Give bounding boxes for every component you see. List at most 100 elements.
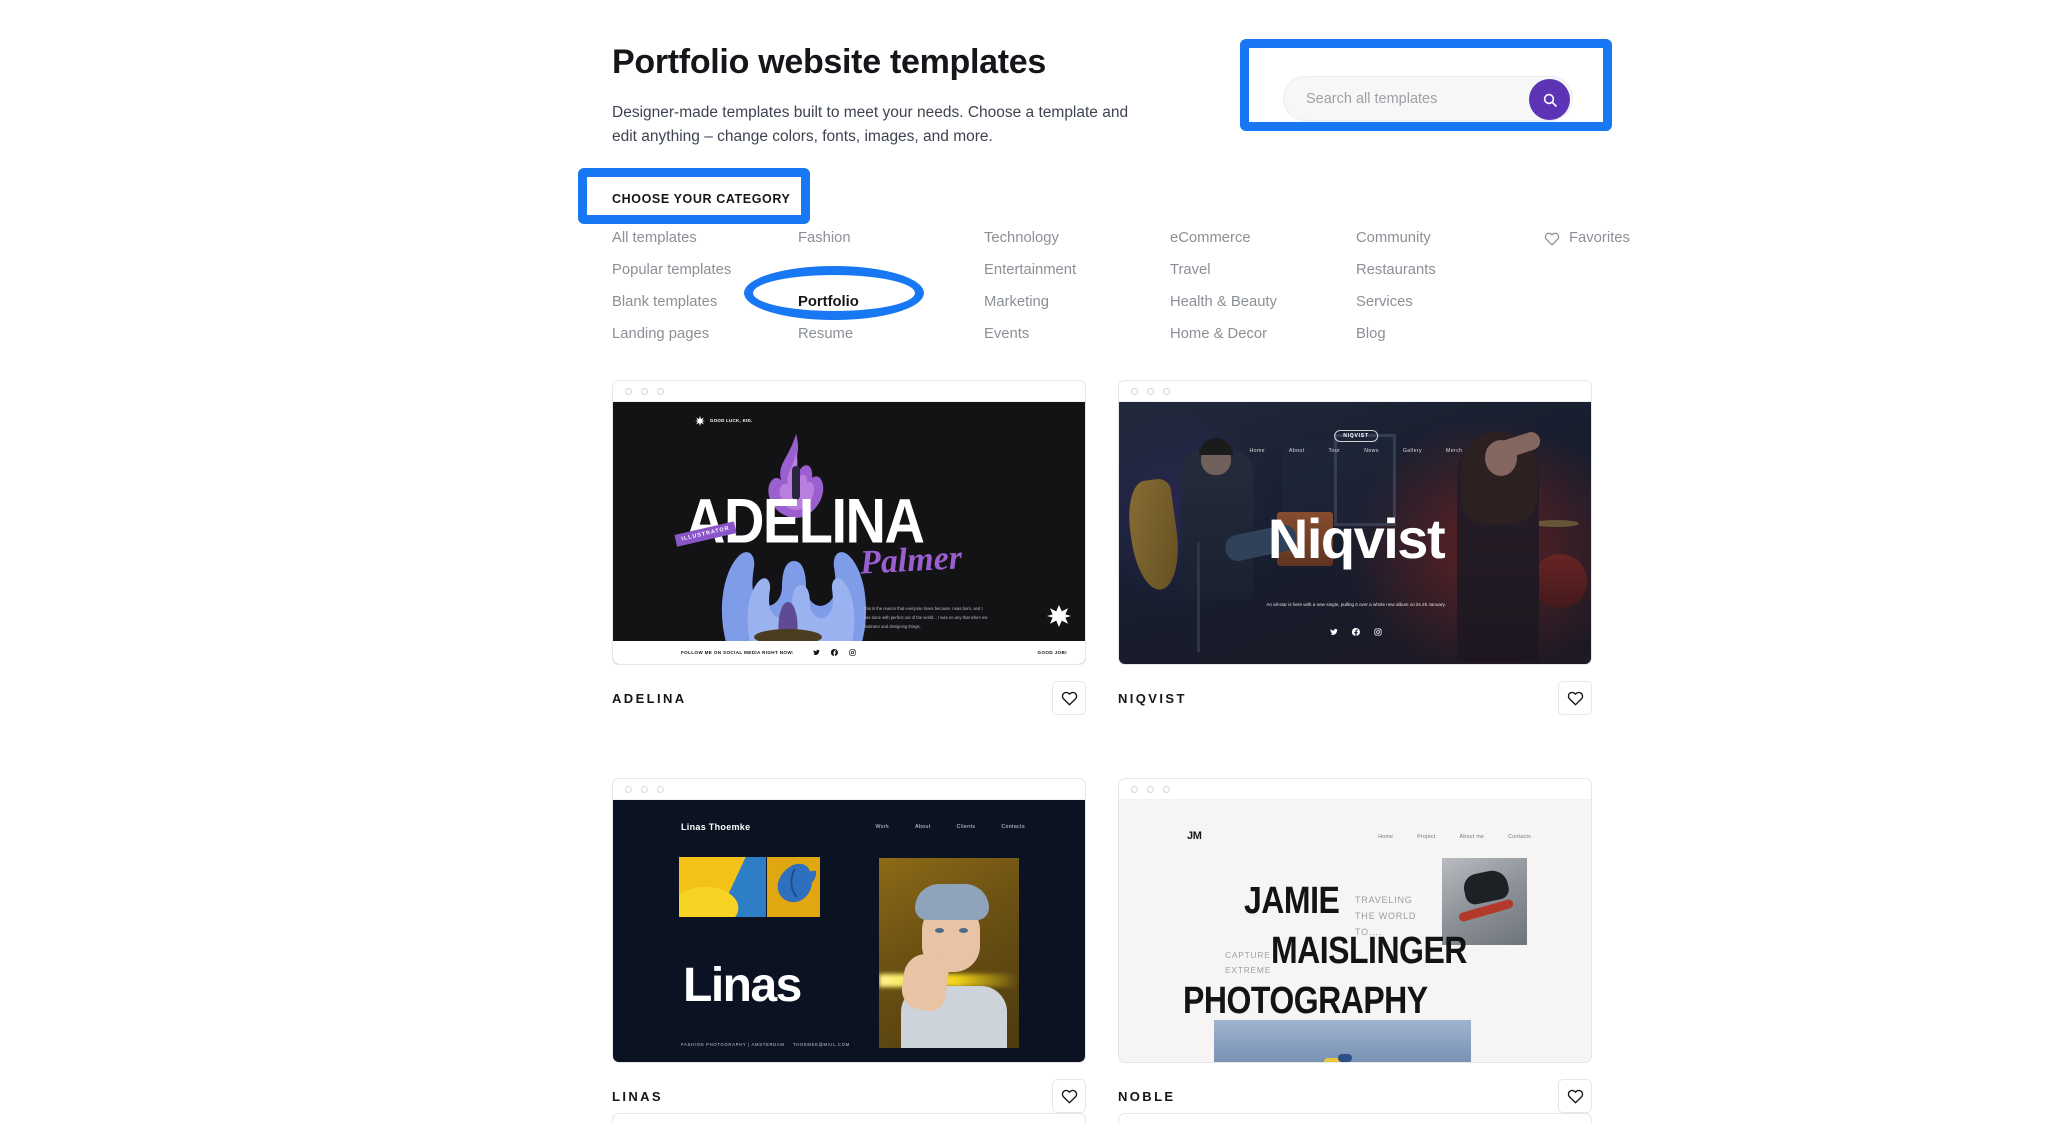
search-field[interactable] [1283, 76, 1573, 121]
category-item-blog[interactable]: Blog [1356, 318, 1542, 350]
twitter-icon [1330, 628, 1338, 635]
adelina-logo: GOOD LUCK, KID. [695, 416, 753, 426]
template-name-adelina: ADELINA [612, 690, 687, 706]
niqvist-nav-item: News [1364, 448, 1379, 454]
favorites-label: Favorites [1569, 230, 1630, 246]
adelina-footer-right: GOOD JOB! [1037, 650, 1067, 655]
category-item-portfolio[interactable]: Portfolio [798, 286, 984, 318]
linas-flower-petals [679, 857, 766, 917]
noble-surfer [1338, 1054, 1352, 1062]
page-subtitle: Designer-made templates built to meet yo… [612, 103, 1129, 145]
adelina-footer-text: FOLLOW ME ON SOCIAL MEDIA RIGHT NOW: [681, 650, 794, 655]
star-burst-icon [695, 416, 705, 426]
chrome-dot-icon [1131, 785, 1138, 793]
favorite-button-niqvist[interactable] [1558, 681, 1592, 715]
template-screenshot-noble: JM Home Project About me Contacts TRAVEL… [1119, 800, 1591, 1062]
category-item-events[interactable]: Events [984, 318, 1170, 350]
category-item-ecommerce[interactable]: eCommerce [1170, 222, 1356, 254]
template-name-niqvist: NIQVIST [1118, 690, 1187, 706]
chrome-dot-icon [641, 785, 648, 793]
chrome-dot-icon [657, 387, 664, 395]
category-column-1: All templates Popular templates Blank te… [612, 222, 798, 350]
category-item-health-beauty[interactable]: Health & Beauty [1170, 286, 1356, 318]
category-column-favorites: Favorites [1542, 222, 1630, 350]
niqvist-nav-item: About [1288, 448, 1305, 454]
template-preview-adelina[interactable]: GOOD LUCK, KID. ILLUSTRATOR ADELINA Palm… [612, 380, 1086, 665]
facebook-icon [1352, 628, 1360, 636]
favorite-button-linas[interactable] [1052, 1079, 1086, 1113]
category-item-services[interactable]: Services [1356, 286, 1542, 318]
niqvist-title: Niqvist [1267, 507, 1446, 570]
linas-nav-item: Contacts [1001, 824, 1025, 830]
search-container [1283, 76, 1573, 121]
chrome-dot-icon [657, 785, 664, 793]
niqvist-subtitle: An all-star is here with a new single, p… [1266, 602, 1446, 607]
category-item-travel[interactable]: Travel [1170, 254, 1356, 286]
linas-title: Linas [683, 959, 802, 1012]
category-item-technology[interactable]: Technology [984, 222, 1170, 254]
heart-icon [1567, 1089, 1583, 1104]
template-screenshot-linas: Linas Thoemke Work About Clients Contact… [613, 800, 1085, 1062]
chrome-dot-icon [625, 785, 632, 793]
category-item-community[interactable]: Community [1356, 222, 1542, 254]
template-meta-linas: LINAS [612, 1079, 1086, 1113]
category-item-restaurants[interactable]: Restaurants [1356, 254, 1542, 286]
template-card-noble: JM Home Project About me Contacts TRAVEL… [1118, 778, 1592, 1113]
adelina-paragraph: This is the reason that everyone loves b… [863, 606, 988, 629]
heart-icon [1567, 691, 1583, 706]
template-screenshot-adelina: GOOD LUCK, KID. ILLUSTRATOR ADELINA Palm… [613, 402, 1085, 664]
noble-nav: Home Project About me Contacts [1378, 834, 1531, 840]
linas-portrait-beret [915, 884, 989, 920]
niqvist-nav: Home About Tour News Gallery Merch [1250, 448, 1463, 454]
sparkle-burst-icon [1047, 605, 1071, 627]
category-item-popular-templates[interactable]: Popular templates [612, 254, 798, 286]
template-preview-niqvist[interactable]: NIQVIST Home About Tour News Gallery Mer… [1118, 380, 1592, 665]
noble-headline-2: MAISLINGER [1271, 928, 1467, 972]
browser-chrome-bar [613, 779, 1085, 800]
search-icon [1543, 93, 1557, 107]
favorite-button-noble[interactable] [1558, 1079, 1592, 1113]
category-item-landing-pages[interactable]: Landing pages [612, 318, 798, 350]
category-item-fashion[interactable]: Fashion [798, 222, 984, 254]
category-item-entertainment[interactable]: Entertainment [984, 254, 1170, 286]
template-meta-noble: NOBLE [1118, 1079, 1592, 1113]
template-meta-adelina: ADELINA [612, 681, 1086, 715]
favorite-button-adelina[interactable] [1052, 681, 1086, 715]
category-column-3: Technology Entertainment Marketing Event… [984, 222, 1170, 350]
chrome-dot-icon [625, 387, 632, 395]
template-card-linas: Linas Thoemke Work About Clients Contact… [612, 778, 1086, 1113]
heart-icon [1544, 232, 1560, 246]
category-item-all-templates[interactable]: All templates [612, 222, 798, 254]
adelina-social-icons [813, 649, 856, 656]
linas-nav-item: Work [875, 824, 890, 830]
linas-nav: Work About Clients Contacts [875, 824, 1025, 830]
linas-nav-item: Clients [956, 824, 976, 830]
template-preview-linas[interactable]: Linas Thoemke Work About Clients Contact… [612, 778, 1086, 1063]
browser-chrome-bar [1119, 381, 1591, 402]
template-screenshot-niqvist: NIQVIST Home About Tour News Gallery Mer… [1119, 402, 1591, 664]
linas-nav-item: About [915, 824, 931, 830]
chrome-dot-icon [1163, 387, 1170, 395]
chrome-dot-icon [1163, 785, 1170, 793]
noble-logo: JM [1187, 830, 1202, 842]
noble-headline-3: PHOTOGRAPHY [1183, 978, 1428, 1022]
template-name-linas: LINAS [612, 1088, 663, 1104]
category-column-4: eCommerce Travel Health & Beauty Home & … [1170, 222, 1356, 350]
category-item-blank-templates[interactable]: Blank templates [612, 286, 798, 318]
adelina-logo-text: GOOD LUCK, KID. [710, 418, 753, 424]
category-item-marketing[interactable]: Marketing [984, 286, 1170, 318]
browser-chrome-bar [613, 381, 1085, 402]
template-card-partial[interactable] [612, 1113, 1086, 1123]
category-item-resume[interactable]: Resume [798, 318, 984, 350]
template-card-partial[interactable] [1118, 1113, 1592, 1123]
template-meta-niqvist: NIQVIST [1118, 681, 1592, 715]
niqvist-logo: NIQVIST [1334, 430, 1378, 442]
chrome-dot-icon [641, 387, 648, 395]
template-preview-noble[interactable]: JM Home Project About me Contacts TRAVEL… [1118, 778, 1592, 1063]
favorites-link[interactable]: Favorites [1542, 222, 1630, 254]
choose-your-category-label: CHOOSE YOUR CATEGORY [612, 192, 791, 206]
category-item-home-decor[interactable]: Home & Decor [1170, 318, 1356, 350]
noble-tagline-2: CAPTURE EXTREME [1225, 950, 1272, 976]
search-submit-button[interactable] [1529, 79, 1570, 120]
category-column-2: Fashion Portfolio Resume [798, 222, 984, 350]
